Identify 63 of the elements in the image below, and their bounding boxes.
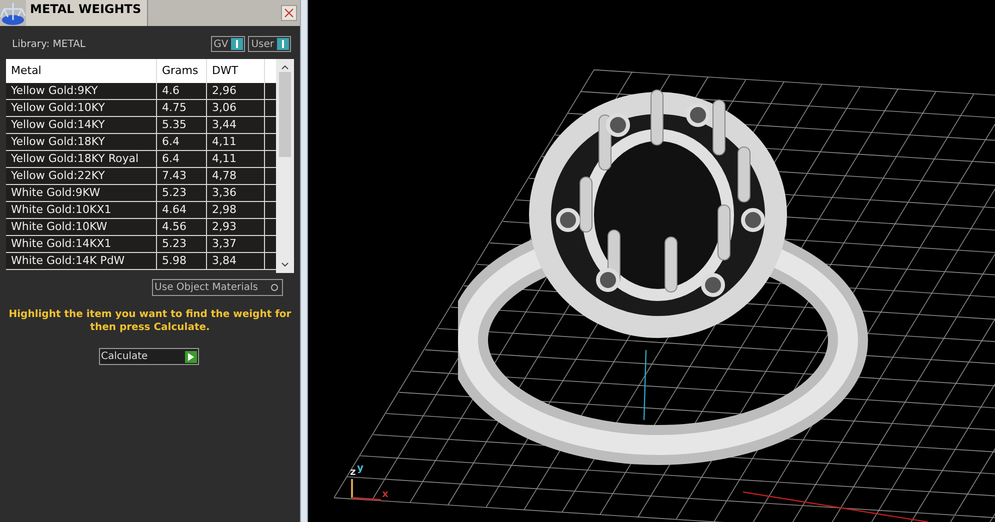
table-cell: 5.23 [157, 185, 207, 201]
scroll-down-icon [281, 262, 290, 267]
table-row[interactable]: White Gold:10KW 4.56 2,93 [6, 219, 276, 236]
axis-label: x [382, 490, 388, 500]
window-title: METAL WEIGHTS [26, 0, 148, 26]
table-cell: Yellow Gold:22KY [6, 168, 157, 184]
table-row[interactable]: White Gold:10KX1 4.64 2,98 [6, 202, 276, 219]
table-row[interactable]: White Gold:14K PdW 5.98 3,84 [6, 253, 276, 270]
table-cell: 5.23 [157, 236, 207, 252]
axis-label: z [350, 468, 356, 478]
table-cell: 2,98 [207, 202, 265, 218]
table-cell: White Gold:9KW [6, 185, 157, 201]
table-cell: 3,84 [207, 253, 265, 269]
close-button[interactable] [281, 5, 297, 21]
table-cell: 4.6 [157, 83, 207, 99]
table-cell: 2,93 [207, 219, 265, 235]
table-cell: White Gold:10KW [6, 219, 157, 235]
table-cell: 3,36 [207, 185, 265, 201]
use-object-materials-toggle[interactable]: Use Object Materials [152, 279, 283, 296]
table-cell: 5.35 [157, 117, 207, 133]
table-cell: White Gold:14KX1 [6, 236, 157, 252]
calculate-button[interactable]: Calculate [99, 348, 199, 365]
table-cell: Yellow Gold:10KY [6, 100, 157, 116]
table-cell: 6.4 [157, 151, 207, 167]
library-label: Library: METAL [12, 38, 86, 52]
table-cell: 3,37 [207, 236, 265, 252]
table-cell: 3,06 [207, 100, 265, 116]
table-cell: 4,11 [207, 134, 265, 150]
table-cell: Yellow Gold:9KY [6, 83, 157, 99]
table-row[interactable]: Yellow Gold:10KY 4.75 3,06 [6, 100, 276, 117]
play-icon [188, 352, 194, 360]
scrollbar[interactable] [276, 59, 294, 273]
table-row[interactable]: Yellow Gold:9KY 4.6 2,96 [6, 83, 276, 100]
table-cell: 2,96 [207, 83, 265, 99]
table-row[interactable]: White Gold:9KW 5.23 3,36 [6, 185, 276, 202]
library-toggle[interactable]: User [248, 36, 291, 52]
table-cell: Yellow Gold:18KY [6, 134, 157, 150]
scale-logo-icon [0, 0, 26, 26]
table-row[interactable]: White Gold:14KX1 5.23 3,37 [6, 236, 276, 253]
table-cell: White Gold:10KX1 [6, 202, 157, 218]
table-cell: 3,44 [207, 117, 265, 133]
table-row[interactable]: Yellow Gold:14KY 5.35 3,44 [6, 117, 276, 134]
table-row[interactable]: Yellow Gold:22KY 7.43 4,78 [6, 168, 276, 185]
axis-label: y [357, 464, 364, 474]
table-cell: 4.75 [157, 100, 207, 116]
table-cell: 4.56 [157, 219, 207, 235]
table-cell: Yellow Gold:14KY [6, 117, 157, 133]
axis-gizmo-icon [350, 478, 382, 502]
table-cell: 4.64 [157, 202, 207, 218]
panel-splitter[interactable] [300, 0, 308, 522]
table-cell: 6.4 [157, 134, 207, 150]
close-icon [284, 8, 294, 18]
table-cell: 7.43 [157, 168, 207, 184]
table-cell: Yellow Gold:18KY Royal [6, 151, 157, 167]
table-cell: 4,78 [207, 168, 265, 184]
table-cell: 5.98 [157, 253, 207, 269]
table-cell: White Gold:14K PdW [6, 253, 157, 269]
table-cell: 4,11 [207, 151, 265, 167]
table-row[interactable]: Yellow Gold:18KY Royal 6.4 4,11 [6, 151, 276, 168]
table-row[interactable]: Yellow Gold:18KY 6.4 4,11 [6, 134, 276, 151]
library-toggle[interactable]: GV [210, 36, 246, 52]
scroll-up-icon [281, 65, 290, 70]
instruction-text: Highlight the item you want to find the weight for then press Calculate. [8, 308, 292, 334]
